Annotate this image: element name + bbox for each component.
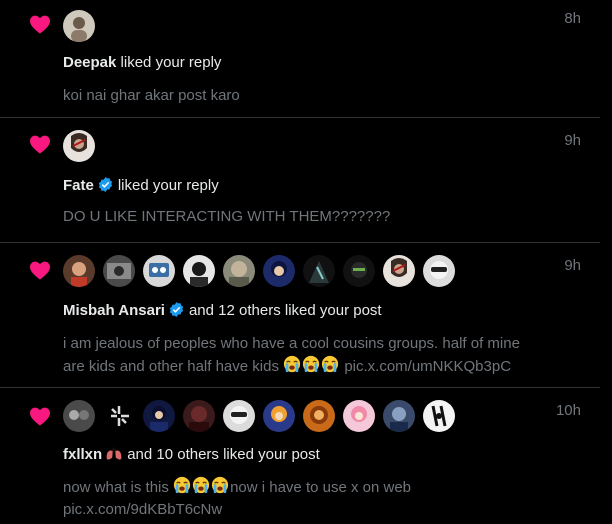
timestamp: 9h — [564, 257, 581, 274]
notification-item[interactable]: 9h Misbah Ansari and 12 others liked your… — [0, 243, 600, 388]
timestamp: 9h — [564, 132, 581, 149]
user-name[interactable]: Misbah Ansari — [63, 302, 165, 319]
heart-icon — [30, 261, 50, 280]
heart-icon — [30, 135, 50, 154]
avatar[interactable] — [263, 255, 295, 287]
avatar[interactable] — [303, 255, 335, 287]
lungs-icon — [106, 446, 122, 460]
notification-item[interactable]: 9h Fate liked your reply DO U LIKE INTERA… — [0, 118, 600, 243]
avatar[interactable] — [223, 255, 255, 287]
avatar[interactable] — [223, 400, 255, 432]
avatar[interactable] — [63, 130, 95, 162]
notification-action: and 10 others liked your post — [127, 446, 320, 463]
avatar[interactable] — [263, 400, 295, 432]
notification-text: Deepak liked your reply — [63, 54, 221, 71]
notification-text: Fate liked your reply — [63, 176, 219, 194]
preview-line: now what is this now i have to use x on … — [63, 476, 543, 499]
preview-line: are kids and other half have kids pic.x.… — [63, 355, 563, 378]
post-preview[interactable]: koi nai ghar akar post karo — [63, 85, 543, 107]
avatar[interactable] — [303, 400, 335, 432]
avatar[interactable] — [343, 255, 375, 287]
notification-item[interactable]: 10h fxllxn and 10 others liked your post … — [0, 388, 600, 524]
heart-icon — [30, 15, 50, 34]
avatar[interactable] — [103, 400, 135, 432]
preview-link[interactable]: pic.x.com/9dKBbT6cNw — [63, 499, 543, 521]
avatar[interactable] — [183, 400, 215, 432]
user-name[interactable]: fxllxn — [63, 446, 102, 463]
post-preview[interactable]: DO U LIKE INTERACTING WITH THEM??????? — [63, 206, 543, 228]
avatar[interactable] — [183, 255, 215, 287]
verified-badge-icon — [98, 177, 113, 192]
avatar[interactable] — [383, 255, 415, 287]
notification-action: liked your reply — [117, 177, 219, 194]
avatar[interactable] — [343, 400, 375, 432]
notification-text: Misbah Ansari and 12 others liked your po… — [63, 301, 382, 319]
notification-text: fxllxn and 10 others liked your post — [63, 445, 320, 463]
preview-line: i am jealous of peoples who have a cool … — [63, 335, 520, 352]
avatar[interactable] — [383, 400, 415, 432]
user-name[interactable]: Fate — [63, 177, 94, 194]
notification-item[interactable]: 8h Deepak liked your reply koi nai ghar … — [0, 0, 600, 118]
avatar[interactable] — [63, 255, 95, 287]
crying-face-icon — [173, 476, 230, 496]
preview-link[interactable]: pic.x.com/umNKKQb3pC — [344, 358, 511, 375]
avatar[interactable] — [143, 255, 175, 287]
post-preview[interactable]: i am jealous of peoples who have a cool … — [63, 333, 563, 378]
verified-badge-icon — [169, 302, 184, 317]
user-name[interactable]: Deepak — [63, 54, 116, 71]
heart-icon — [30, 407, 50, 426]
notification-action: liked your reply — [120, 54, 222, 71]
crying-face-icon — [283, 355, 340, 375]
avatar[interactable] — [143, 400, 175, 432]
timestamp: 10h — [555, 402, 581, 419]
avatar[interactable] — [423, 255, 455, 287]
avatar[interactable] — [423, 400, 455, 432]
avatar[interactable] — [63, 400, 95, 432]
avatar[interactable] — [63, 10, 95, 42]
post-preview[interactable]: now what is this now i have to use x on … — [63, 476, 543, 521]
notification-action: and 12 others liked your post — [188, 302, 382, 319]
timestamp: 8h — [564, 10, 581, 27]
avatar[interactable] — [103, 255, 135, 287]
